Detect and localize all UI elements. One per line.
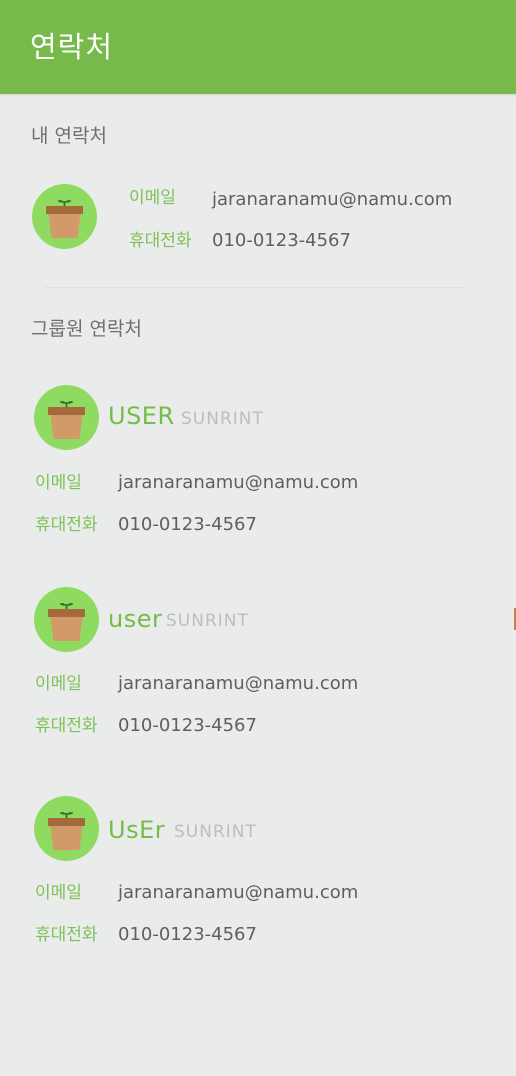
member-phone-value[interactable]: 010-0123-4567: [118, 714, 257, 738]
page-title: 연락처: [30, 30, 114, 64]
member-phone-label: 휴대전화: [35, 925, 98, 945]
member-phone-value[interactable]: 010-0123-4567: [118, 923, 257, 947]
member-phone-label: 휴대전화: [35, 515, 98, 535]
plant-pot-icon: [46, 200, 83, 238]
contacts-screen: 연락처 내 연락처 이메일 jaranaranamu@namu.com 휴대전화…: [0, 0, 516, 1076]
member-avatar: [34, 385, 99, 450]
member-org: SUNRINT: [181, 409, 264, 429]
member-org: SUNRINT: [174, 822, 257, 842]
app-header: 연락처: [0, 0, 516, 94]
my-avatar: [32, 184, 97, 249]
member-email-label: 이메일: [35, 674, 82, 694]
my-phone-label: 휴대전화: [129, 231, 192, 251]
my-phone-value[interactable]: 010-0123-4567: [212, 229, 351, 253]
member-email-label: 이메일: [35, 883, 82, 903]
member-name: user: [108, 605, 163, 633]
member-avatar: [34, 587, 99, 652]
member-email-value[interactable]: jaranaranamu@namu.com: [118, 672, 358, 696]
plant-pot-icon: [48, 603, 85, 641]
plant-pot-icon: [48, 812, 85, 850]
my-contact-section-title: 내 연락처: [31, 125, 107, 147]
member-name: USER: [108, 402, 175, 430]
member-org: SUNRINT: [166, 611, 249, 631]
member-avatar: [34, 796, 99, 861]
section-divider: [44, 287, 464, 288]
member-name: UsEr: [108, 816, 166, 844]
my-email-value[interactable]: jaranaranamu@namu.com: [212, 188, 452, 212]
plant-pot-icon: [48, 401, 85, 439]
member-phone-label: 휴대전화: [35, 716, 98, 736]
member-email-label: 이메일: [35, 473, 82, 493]
member-email-value[interactable]: jaranaranamu@namu.com: [118, 881, 358, 905]
member-email-value[interactable]: jaranaranamu@namu.com: [118, 471, 358, 495]
group-contact-section-title: 그룹원 연락처: [31, 318, 142, 340]
member-phone-value[interactable]: 010-0123-4567: [118, 513, 257, 537]
my-email-label: 이메일: [129, 188, 176, 208]
